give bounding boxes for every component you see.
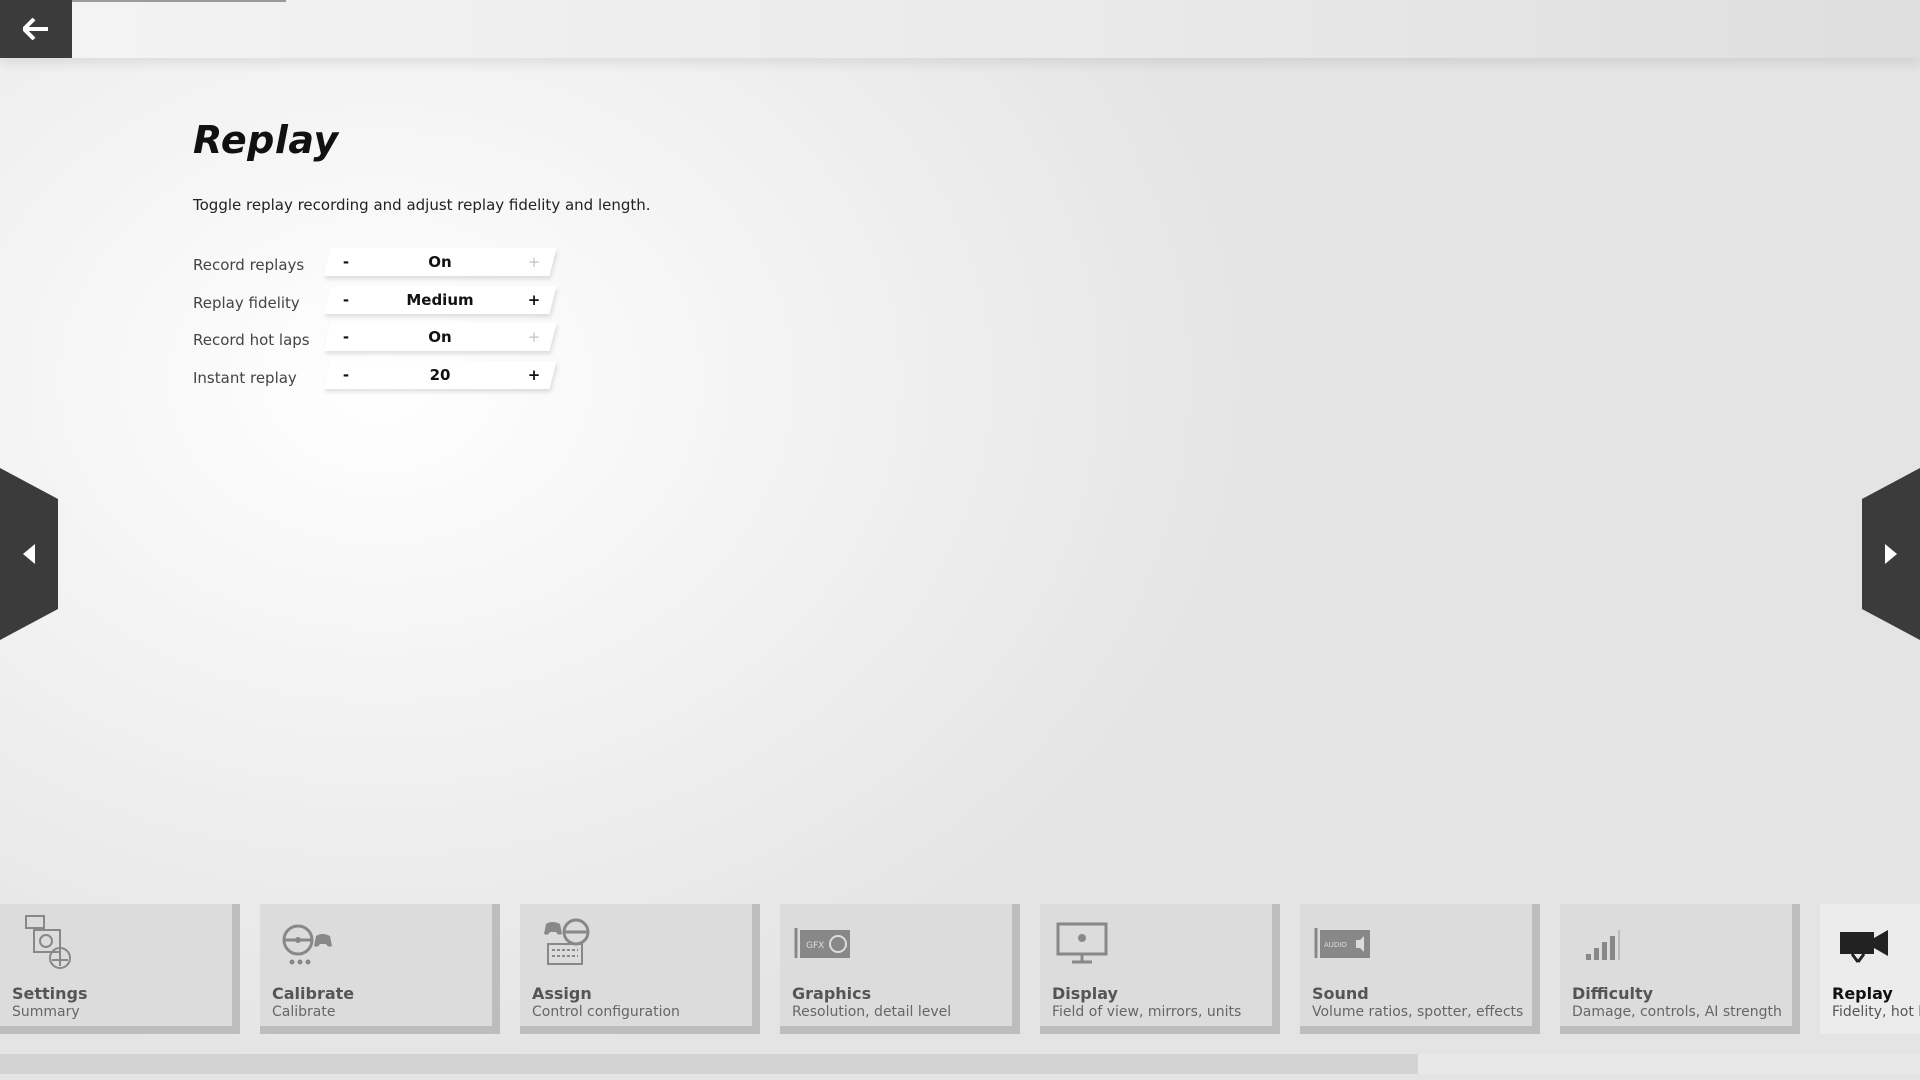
setting-value: 20 (429, 365, 451, 384)
arrow-left-icon (23, 18, 48, 40)
tile-assign[interactable]: Assign Control configuration (520, 904, 760, 1034)
signal-bars-icon (1586, 930, 1620, 960)
setting-row-instant-replay: Instant replay - 20 + (193, 360, 593, 399)
svg-text:AUDIO: AUDIO (1324, 941, 1347, 949)
setting-value: Medium (406, 290, 474, 309)
controls-icon (544, 918, 590, 965)
tile-subtitle: Resolution, detail level (792, 1004, 952, 1020)
next-page-button[interactable] (1862, 468, 1920, 640)
back-button[interactable] (0, 0, 72, 58)
record-hot-laps-stepper[interactable]: - On + (327, 323, 553, 351)
wheel-gamepad-icon (282, 924, 332, 965)
increase-button[interactable]: + (515, 248, 553, 276)
tile-subtitle: Fidelity, hot l (1832, 1004, 1920, 1020)
increase-button[interactable]: + (515, 286, 553, 314)
previous-page-button[interactable] (0, 468, 58, 640)
setting-value: On (428, 253, 452, 271)
setting-label: Instant replay (193, 368, 297, 387)
top-bar (0, 0, 1920, 58)
instant-replay-stepper[interactable]: - 20 + (327, 361, 553, 389)
tile-settings[interactable]: Settings Summary (0, 904, 240, 1034)
tile-title: Assign (532, 984, 592, 1003)
settings-summary-icon (25, 915, 71, 969)
tile-sound[interactable]: AUDIO Sound Volume ratios, spotter, effe… (1300, 904, 1540, 1034)
settings-list: Record replays - On + Replay fidelity - … (193, 248, 593, 398)
tile-subtitle: Control configuration (532, 1004, 680, 1020)
tile-subtitle: Damage, controls, AI strength (1572, 1004, 1782, 1020)
record-replays-stepper[interactable]: - On + (327, 248, 553, 276)
setting-value: On (428, 328, 452, 346)
tile-title: Sound (1312, 984, 1369, 1003)
increase-button[interactable]: + (515, 361, 553, 389)
setting-row-record-replays: Record replays - On + (193, 248, 593, 286)
tile-calibrate[interactable]: Calibrate Calibrate (260, 904, 500, 1034)
svg-text:GFX: GFX (806, 941, 824, 951)
tile-replay[interactable]: Replay Fidelity, hot l (1820, 904, 1920, 1034)
decrease-button[interactable]: - (327, 361, 365, 389)
setting-label: Record replays (193, 256, 305, 274)
page-description: Toggle replay recording and adjust repla… (193, 196, 651, 214)
tile-title: Calibrate (272, 984, 355, 1003)
increase-button[interactable]: + (515, 323, 553, 351)
decrease-button[interactable]: - (327, 286, 365, 314)
decrease-button[interactable]: - (327, 248, 365, 276)
tile-subtitle: Summary (12, 1004, 80, 1020)
tile-difficulty[interactable]: Difficulty Damage, controls, AI strength (1560, 904, 1800, 1034)
monitor-icon (1056, 922, 1108, 964)
tile-display[interactable]: Display Field of view, mirrors, units (1040, 904, 1280, 1034)
tile-subtitle: Field of view, mirrors, units (1052, 1004, 1242, 1020)
replay-fidelity-stepper[interactable]: - Medium + (327, 286, 553, 314)
graphics-card-icon: GFX (794, 928, 850, 958)
tile-title: Difficulty (1572, 984, 1654, 1003)
video-camera-icon (1840, 930, 1888, 963)
decrease-button[interactable]: - (327, 323, 365, 351)
chevron-left-icon (23, 544, 35, 564)
tile-graphics[interactable]: GFX Graphics Resolution, detail level (780, 904, 1020, 1034)
setting-row-replay-fidelity: Replay fidelity - Medium + (193, 285, 593, 324)
setting-row-record-hot-laps: Record hot laps - On + (193, 323, 593, 361)
tile-subtitle: Calibrate (272, 1004, 336, 1020)
tile-title: Replay (1832, 984, 1893, 1003)
tile-title: Settings (12, 984, 88, 1003)
sound-card-icon: AUDIO (1314, 928, 1370, 958)
chevron-right-icon (1885, 544, 1897, 564)
page-title: Replay (193, 118, 339, 162)
section-tiles: Settings Summary Calibrate Calibrate Ass… (0, 904, 1920, 1046)
tiles-scrollbar-thumb[interactable] (0, 1054, 1418, 1074)
tile-title: Graphics (792, 984, 872, 1003)
setting-label: Replay fidelity (193, 293, 300, 312)
setting-label: Record hot laps (193, 331, 310, 349)
top-bar-accent (72, 0, 286, 2)
tile-title: Display (1052, 984, 1118, 1003)
tile-subtitle: Volume ratios, spotter, effects (1312, 1004, 1524, 1020)
